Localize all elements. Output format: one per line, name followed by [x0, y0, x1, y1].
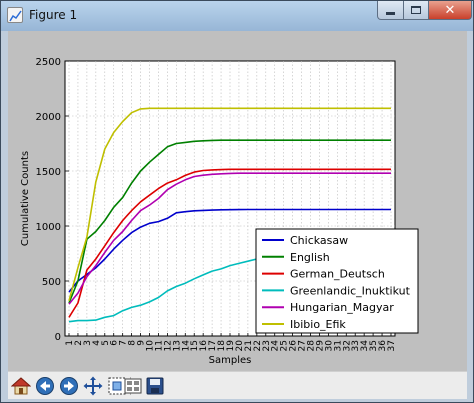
window-title: Figure 1 — [29, 8, 78, 22]
figure-app-icon — [7, 7, 23, 23]
maximize-icon — [411, 6, 421, 14]
forward-arrow-icon — [60, 377, 78, 395]
configure-subplots-button[interactable] — [122, 375, 144, 397]
legend-label: English — [290, 251, 330, 264]
minimize-icon — [386, 12, 395, 15]
title-bar[interactable]: Figure 1 ✕ — [1, 1, 473, 31]
y-tick-label: 1000 — [36, 222, 61, 233]
figure-window: Figure 1 ✕ 1 2 3 4 5 6 7 8 9 10 11 12 13 14 15 16 17 18 19… — [0, 0, 474, 403]
home-button[interactable] — [10, 375, 32, 397]
figure-canvas[interactable]: 1 2 3 4 5 6 7 8 9 10 11 12 13 14 15 16 17 18 19 20 21 22 23 24 2… — [8, 31, 467, 371]
floppy-save-icon — [146, 377, 164, 395]
pan-button[interactable] — [82, 375, 104, 397]
legend-label: Chickasaw — [290, 234, 348, 247]
forward-button[interactable] — [58, 375, 80, 397]
navigation-toolbar — [8, 371, 467, 399]
close-icon: ✕ — [444, 2, 456, 18]
save-button[interactable] — [144, 375, 166, 397]
legend-label: German_Deutsch — [290, 268, 385, 281]
x-axis-label: Samples — [209, 355, 252, 366]
y-axis-label: Cumulative Counts — [20, 151, 31, 246]
configure-subplots-icon — [124, 378, 142, 394]
maximize-button[interactable] — [403, 1, 429, 20]
y-tick-label: 1500 — [36, 167, 61, 178]
y-tick-label: 500 — [42, 277, 61, 288]
back-arrow-icon — [36, 377, 54, 395]
minimize-button[interactable] — [377, 1, 404, 20]
legend-label: Ibibio_Efik — [290, 318, 346, 331]
pan-arrows-icon — [83, 376, 103, 396]
back-button[interactable] — [34, 375, 56, 397]
close-button[interactable]: ✕ — [428, 1, 472, 20]
chart-svg: 1234567891011121314151617181920212223242… — [20, 57, 419, 366]
home-icon — [11, 377, 31, 395]
y-tick-label: 2500 — [36, 57, 61, 68]
legend-label: Greenlandic_Inuktikut — [290, 284, 411, 297]
y-tick-label: 0 — [55, 332, 61, 343]
x-tick-label: 37 — [387, 340, 397, 351]
y-tick-label: 2000 — [36, 112, 61, 123]
legend-label: Hungarian_Magyar — [290, 301, 394, 314]
